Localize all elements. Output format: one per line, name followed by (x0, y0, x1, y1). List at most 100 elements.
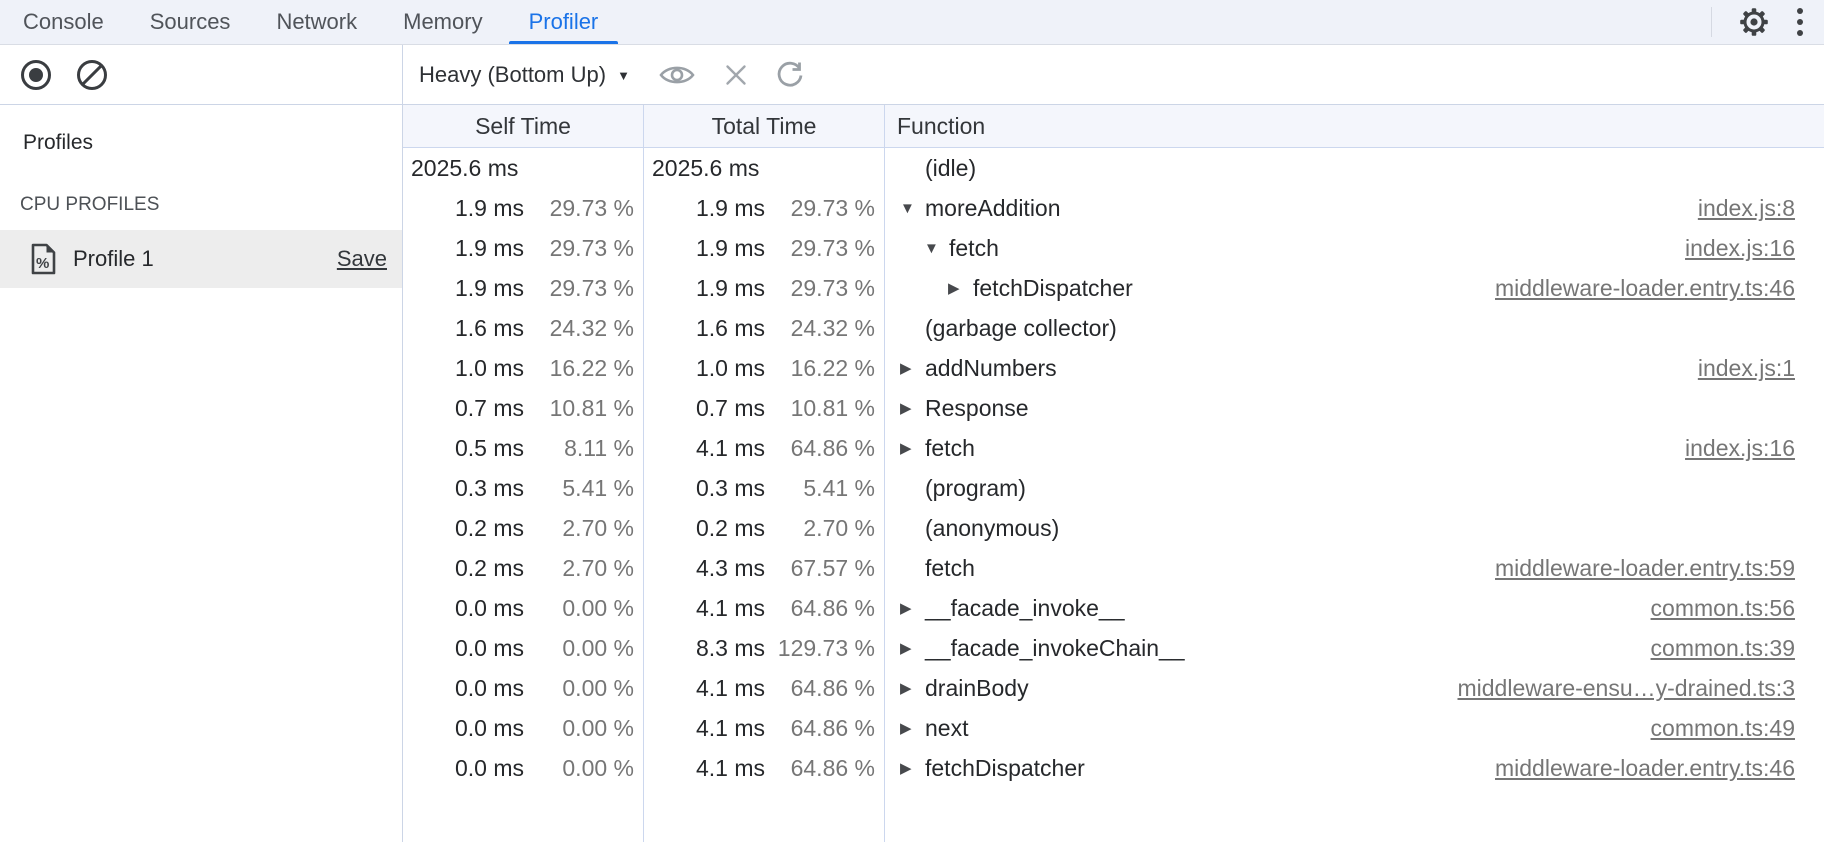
function-cell: ▶ drainBody middleware-ensu…y-drained.ts… (885, 675, 1824, 702)
total-time-cell: 0.2 ms 2.70 % (644, 515, 885, 542)
grid-body: 2025.6 ms 2025.6 ms (idle) 1.9 ms 29.73 … (403, 148, 1824, 842)
table-row[interactable]: 0.0 ms 0.00 % 8.3 ms 129.73 % ▶ __facade… (403, 628, 1824, 668)
expand-arrow-icon[interactable]: ▶ (900, 759, 925, 777)
self-time-percent: 2.70 % (524, 515, 634, 542)
grid-header: Self Time Total Time Function (403, 105, 1824, 148)
expand-arrow-icon[interactable]: ▼ (924, 240, 949, 257)
total-time-percent: 64.86 % (765, 715, 875, 742)
view-selector-dropdown[interactable]: Heavy (Bottom Up) ▼ (419, 62, 630, 88)
column-header-function[interactable]: Function (885, 105, 1824, 147)
source-link[interactable]: middleware-loader.entry.ts:59 (1495, 555, 1795, 582)
self-time-ms: 0.3 ms (403, 475, 524, 502)
self-time-cell: 1.9 ms 29.73 % (403, 195, 644, 222)
source-link[interactable]: common.ts:56 (1651, 595, 1795, 622)
expand-arrow-icon[interactable]: ▶ (900, 719, 925, 737)
function-name: fetch (925, 555, 975, 582)
total-time-cell: 4.1 ms 64.86 % (644, 595, 885, 622)
tab-console[interactable]: Console (0, 0, 127, 44)
column-header-total-time[interactable]: Total Time (644, 105, 885, 147)
profiles-toolbar (0, 45, 402, 105)
tab-sources[interactable]: Sources (127, 0, 254, 44)
table-row[interactable]: 1.6 ms 24.32 % 1.6 ms 24.32 % (garbage c… (403, 308, 1824, 348)
table-row[interactable]: 0.5 ms 8.11 % 4.1 ms 64.86 % ▶ fetch ind… (403, 428, 1824, 468)
total-time-cell: 0.7 ms 10.81 % (644, 395, 885, 422)
table-row[interactable]: 1.0 ms 16.22 % 1.0 ms 16.22 % ▶ addNumbe… (403, 348, 1824, 388)
table-row[interactable]: 2025.6 ms 2025.6 ms (idle) (403, 148, 1824, 188)
function-name: drainBody (925, 675, 1029, 702)
function-name: (program) (925, 475, 1026, 502)
total-time-percent: 64.86 % (765, 755, 875, 782)
table-row[interactable]: 0.0 ms 0.00 % 4.1 ms 64.86 % ▶ fetchDisp… (403, 748, 1824, 788)
function-name: fetchDispatcher (925, 755, 1085, 782)
self-time-percent: 2.70 % (524, 555, 634, 582)
column-header-self-time[interactable]: Self Time (403, 105, 644, 147)
table-row[interactable]: 0.2 ms 2.70 % 4.3 ms 67.57 % fetch middl… (403, 548, 1824, 588)
record-icon[interactable] (19, 58, 53, 92)
total-time-ms: 0.7 ms (644, 395, 765, 422)
total-time-ms: 0.2 ms (644, 515, 765, 542)
expand-arrow-icon[interactable]: ▶ (948, 279, 973, 297)
tab-profiler[interactable]: Profiler (506, 0, 622, 44)
expand-arrow-icon[interactable]: ▶ (900, 439, 925, 457)
function-cell: ▶ __facade_invokeChain__ common.ts:39 (885, 635, 1824, 662)
clear-icon[interactable] (75, 58, 109, 92)
source-link[interactable]: middleware-ensu…y-drained.ts:3 (1458, 675, 1796, 702)
total-time-percent: 64.86 % (765, 675, 875, 702)
source-link[interactable]: index.js:8 (1698, 195, 1795, 222)
expand-arrow-icon[interactable]: ▶ (900, 599, 925, 617)
tab-memory[interactable]: Memory (380, 0, 505, 44)
function-cell: (idle) (885, 155, 1824, 182)
source-link[interactable]: index.js:16 (1685, 435, 1795, 462)
table-row[interactable]: 1.9 ms 29.73 % 1.9 ms 29.73 % ▶ fetchDis… (403, 268, 1824, 308)
function-name: (idle) (925, 155, 976, 182)
total-time-cell: 2025.6 ms (644, 155, 885, 182)
gear-icon[interactable] (1738, 6, 1770, 38)
self-time-ms: 0.7 ms (403, 395, 524, 422)
profiles-heading: Profiles (0, 131, 402, 155)
table-row[interactable]: 0.0 ms 0.00 % 4.1 ms 64.86 % ▶ next comm… (403, 708, 1824, 748)
table-row[interactable]: 1.9 ms 29.73 % 1.9 ms 29.73 % ▼ moreAddi… (403, 188, 1824, 228)
source-link[interactable]: common.ts:39 (1651, 635, 1795, 662)
self-time-cell: 0.0 ms 0.00 % (403, 715, 644, 742)
save-link[interactable]: Save (337, 246, 387, 272)
sidebar-item-profile-1[interactable]: % Profile 1 Save (0, 230, 402, 288)
self-time-ms: 0.0 ms (403, 715, 524, 742)
source-link[interactable]: index.js:16 (1685, 235, 1795, 262)
chevron-down-icon: ▼ (617, 66, 630, 83)
function-name: fetchDispatcher (973, 275, 1133, 302)
table-row[interactable]: 1.9 ms 29.73 % 1.9 ms 29.73 % ▼ fetch in… (403, 228, 1824, 268)
function-name: next (925, 715, 968, 742)
table-row[interactable]: 0.0 ms 0.00 % 4.1 ms 64.86 % ▶ drainBody… (403, 668, 1824, 708)
table-row[interactable]: 0.0 ms 0.00 % 4.1 ms 64.86 % ▶ __facade_… (403, 588, 1824, 628)
function-cell: ▶ fetchDispatcher middleware-loader.entr… (885, 275, 1824, 302)
eye-icon[interactable] (658, 62, 696, 88)
expand-arrow-icon[interactable]: ▶ (900, 399, 925, 417)
source-link[interactable]: common.ts:49 (1651, 715, 1795, 742)
self-time-percent: 29.73 % (524, 195, 634, 222)
expand-arrow-icon[interactable]: ▶ (900, 359, 925, 377)
self-time-ms: 0.0 ms (403, 675, 524, 702)
source-link[interactable]: middleware-loader.entry.ts:46 (1495, 755, 1795, 782)
self-time-percent: 29.73 % (524, 275, 634, 302)
table-row[interactable]: 0.3 ms 5.41 % 0.3 ms 5.41 % (program) (403, 468, 1824, 508)
tab-network[interactable]: Network (253, 0, 380, 44)
close-x-icon[interactable] (723, 62, 749, 88)
tab-label: Console (23, 9, 104, 35)
profile-name: Profile 1 (73, 246, 154, 272)
table-row[interactable]: 0.7 ms 10.81 % 0.7 ms 10.81 % ▶ Response (403, 388, 1824, 428)
kebab-menu-icon[interactable] (1796, 7, 1804, 37)
source-link[interactable]: index.js:1 (1698, 355, 1795, 382)
table-row[interactable]: 0.2 ms 2.70 % 0.2 ms 2.70 % (anonymous) (403, 508, 1824, 548)
function-cell: ▶ addNumbers index.js:1 (885, 355, 1824, 382)
self-time-cell: 0.0 ms 0.00 % (403, 755, 644, 782)
reload-icon[interactable] (775, 60, 805, 90)
function-cell: ▼ moreAddition index.js:8 (885, 195, 1824, 222)
function-cell: ▼ fetch index.js:16 (885, 235, 1824, 262)
expand-arrow-icon[interactable]: ▶ (900, 679, 925, 697)
total-time-ms: 4.1 ms (644, 435, 765, 462)
expand-arrow-icon[interactable]: ▼ (900, 200, 925, 217)
total-time-percent: 64.86 % (765, 435, 875, 462)
profiles-sidebar: Profiles CPU PROFILES % Profile 1 Save (0, 45, 402, 842)
source-link[interactable]: middleware-loader.entry.ts:46 (1495, 275, 1795, 302)
expand-arrow-icon[interactable]: ▶ (900, 639, 925, 657)
